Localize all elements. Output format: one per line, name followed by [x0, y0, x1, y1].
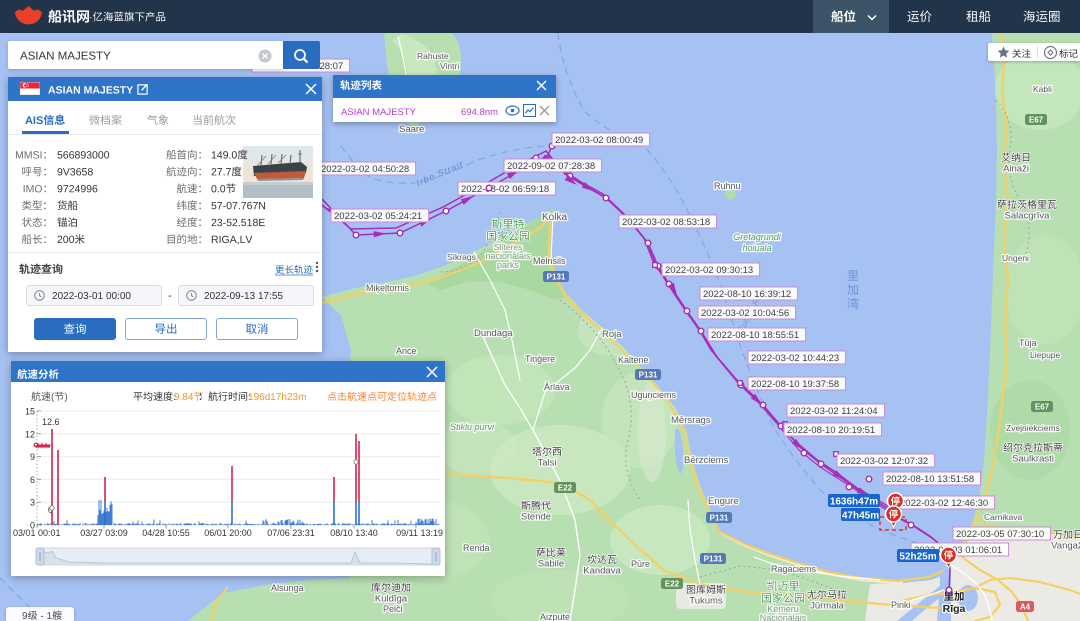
svg-text:P131: P131 [639, 370, 658, 379]
svg-text:2022-08-10 19:37:58: 2022-08-10 19:37:58 [751, 379, 839, 390]
svg-text:2022-08-10 18:55:51: 2022-08-10 18:55:51 [711, 330, 799, 341]
svg-text:Zvejniekciems: Zvejniekciems [1006, 423, 1060, 433]
svg-text:2022-03-05 07:30:10: 2022-03-05 07:30:10 [956, 529, 1044, 540]
svg-text:Ragaciems: Ragaciems [771, 564, 817, 574]
svg-text:04/28 10:55: 04/28 10:55 [142, 528, 190, 538]
svg-text:Ainaži: Ainaži [1003, 164, 1029, 175]
svg-text:Vangaži: Vangaži [1051, 541, 1080, 552]
svg-text:Liepupe: Liepupe [1030, 350, 1061, 360]
svg-text:47h45m: 47h45m [842, 511, 879, 522]
svg-text:Miķeļtornis: Miķeļtornis [366, 283, 410, 293]
svg-text:2022-03-02 08:00:49: 2022-03-02 08:00:49 [555, 135, 643, 146]
svg-text:2022-03-02 11:24:04: 2022-03-02 11:24:04 [790, 406, 878, 417]
svg-text:Saulkrasti: Saulkrasti [1012, 454, 1054, 465]
svg-text:Renda: Renda [463, 543, 490, 553]
svg-text:52h25m: 52h25m [899, 552, 936, 563]
svg-text:2022-08-10 20:19:51: 2022-08-10 20:19:51 [787, 425, 875, 436]
svg-text:Ruhnu: Ruhnu [714, 181, 741, 191]
svg-text:Vintri: Vintri [440, 61, 459, 71]
svg-text:3: 3 [30, 498, 35, 508]
svg-text:1636h47m: 1636h47m [830, 497, 878, 508]
svg-text:P131: P131 [704, 554, 723, 563]
svg-text:Tukums: Tukums [689, 596, 723, 607]
svg-text:Kolka: Kolka [542, 212, 567, 223]
svg-text:06/01 20:00: 06/01 20:00 [204, 528, 252, 538]
svg-text:E67: E67 [1035, 402, 1050, 411]
svg-text:Salacgrīva: Salacgrīva [1005, 211, 1051, 222]
svg-text:Rīga: Rīga [943, 603, 966, 615]
svg-text:A4: A4 [1020, 602, 1031, 611]
svg-text:15: 15 [25, 407, 35, 417]
svg-text:Melnsils: Melnsils [533, 256, 566, 266]
svg-text:12: 12 [25, 429, 35, 439]
svg-text:E22: E22 [665, 579, 680, 588]
svg-text:03/01 00:01: 03/01 00:01 [13, 528, 61, 538]
svg-text:E22: E22 [558, 483, 573, 492]
svg-text:Pelči: Pelči [383, 604, 403, 614]
svg-text:Talsi: Talsi [537, 458, 556, 469]
svg-text:Stende: Stende [521, 512, 551, 523]
svg-text:Sīkrags: Sīkrags [447, 252, 476, 262]
svg-text:9: 9 [30, 452, 35, 462]
svg-text:Carnikava: Carnikava [984, 512, 1023, 522]
svg-text:Jūrmala: Jūrmala [810, 601, 845, 612]
svg-text:Ungeni: Ungeni [1002, 253, 1029, 263]
svg-text:P131: P131 [547, 272, 566, 281]
svg-text:2022-08-10 16:39:12: 2022-08-10 16:39:12 [703, 289, 791, 300]
svg-text:2022-03-02 10:44:23: 2022-03-02 10:44:23 [751, 353, 839, 364]
svg-text:Ance: Ance [396, 346, 417, 356]
svg-text:Ārlava: Ārlava [544, 382, 570, 392]
svg-text:2022-08-10 13:51:58: 2022-08-10 13:51:58 [886, 474, 974, 485]
svg-text:Bērzciems: Bērzciems [684, 455, 729, 466]
svg-text:Engure: Engure [708, 496, 739, 507]
svg-text:2022-03-02 08:53:18: 2022-03-02 08:53:18 [622, 217, 710, 228]
svg-text:6: 6 [30, 475, 35, 485]
svg-text:07/06 23:31: 07/06 23:31 [267, 528, 315, 538]
svg-text:2022-08-02 06:59:18: 2022-08-02 06:59:18 [461, 184, 549, 195]
svg-text:2022-03-02 05:24:21: 2022-03-02 05:24:21 [334, 211, 422, 222]
svg-text:Rahuste: Rahuste [417, 51, 449, 61]
svg-text:03/27 03:09: 03/27 03:09 [80, 528, 128, 538]
svg-text:parks: parks [497, 260, 520, 270]
svg-text:Tiņģere: Tiņģere [525, 354, 555, 364]
svg-text:2022-03-02 09:30:13: 2022-03-02 09:30:13 [665, 265, 753, 276]
svg-text:Pinki: Pinki [891, 600, 911, 610]
svg-text:Saare: Saare [399, 124, 424, 135]
svg-text:Sabile: Sabile [538, 559, 564, 570]
svg-text:Kaltene: Kaltene [618, 355, 649, 365]
svg-text:Nacionālais: Nacionālais [760, 613, 807, 621]
svg-text:Kandava: Kandava [583, 566, 621, 577]
svg-text:Kabli: Kabli [1033, 84, 1052, 94]
svg-text:Stiklu purvi: Stiklu purvi [450, 422, 495, 432]
svg-text:2022-03-02 12:46:30: 2022-03-02 12:46:30 [900, 498, 988, 509]
svg-text:Alsunga: Alsunga [271, 583, 304, 593]
svg-text:P131: P131 [710, 513, 729, 522]
svg-text:Roja: Roja [602, 329, 622, 340]
svg-text:Aizpute: Aizpute [540, 612, 570, 621]
svg-text:hoiuala: hoiuala [742, 243, 771, 253]
svg-text:Pūre: Pūre [631, 559, 650, 569]
svg-text:Dundaga: Dundaga [474, 328, 513, 339]
svg-text:Kuldīga: Kuldīga [375, 594, 408, 605]
svg-text:08/10 13:40: 08/10 13:40 [330, 528, 378, 538]
svg-text:Gretagrundi: Gretagrundi [733, 232, 782, 242]
svg-text:E67: E67 [1029, 115, 1044, 124]
svg-text:09/11 13:19: 09/11 13:19 [396, 528, 443, 538]
svg-text:Mērsrags: Mērsrags [671, 415, 711, 426]
svg-text:2022-03-02 12:07:32: 2022-03-02 12:07:32 [840, 456, 928, 467]
svg-text:2022-03-02 04:50:28: 2022-03-02 04:50:28 [321, 164, 409, 175]
svg-text:2022-03-02 10:04:56: 2022-03-02 10:04:56 [701, 308, 789, 319]
svg-text:Uguņciems: Uguņciems [631, 390, 677, 400]
svg-text:12.6: 12.6 [42, 417, 60, 427]
svg-text:2022-09-02 07:28:38: 2022-09-02 07:28:38 [507, 161, 595, 172]
svg-text:Tūja: Tūja [1019, 338, 1037, 348]
